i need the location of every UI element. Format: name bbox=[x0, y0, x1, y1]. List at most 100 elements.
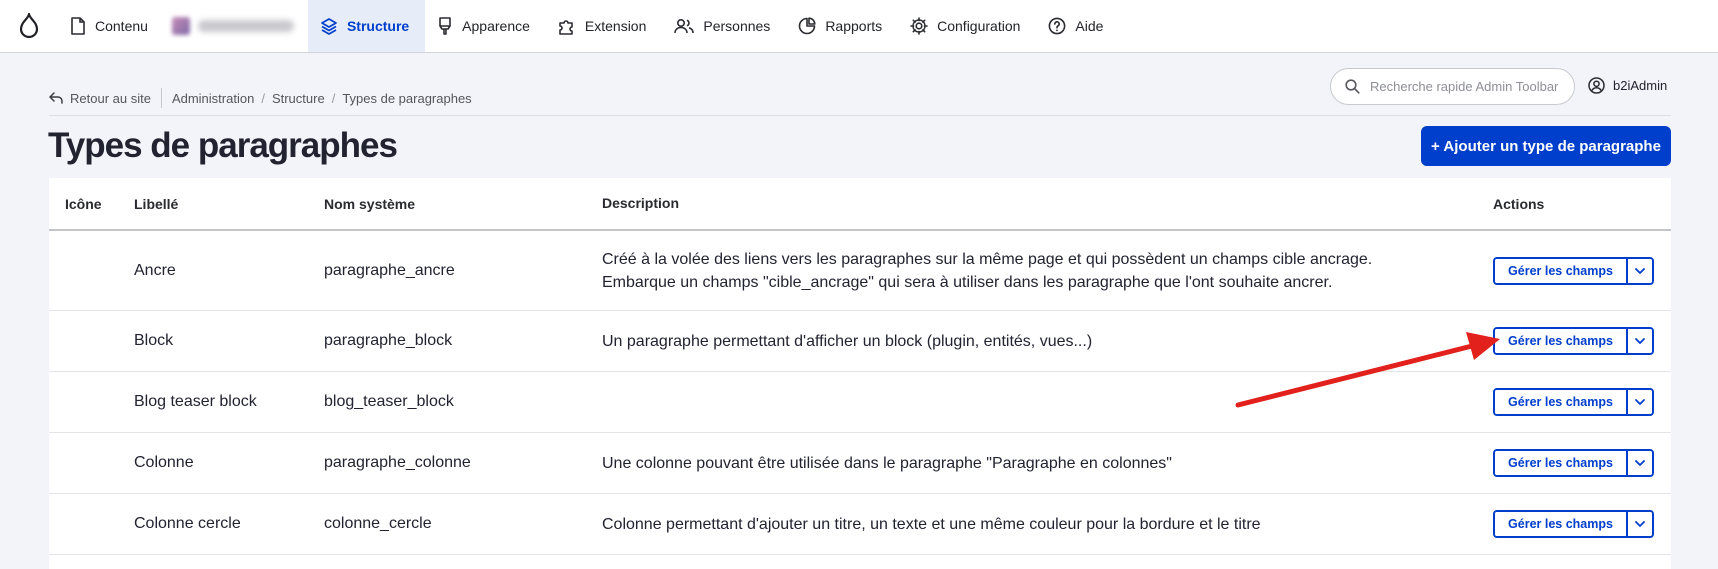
manage-fields-button[interactable]: Gérer les champs bbox=[1495, 258, 1628, 283]
gear-icon bbox=[910, 17, 928, 35]
breadcrumb: Retour au site Administration / Structur… bbox=[49, 88, 472, 108]
row-description: Créé à la volée des liens vers les parag… bbox=[602, 248, 1492, 294]
breadcrumb-structure[interactable]: Structure bbox=[272, 91, 325, 106]
row-system-name: paragraphe_block bbox=[324, 332, 453, 349]
more-actions-toggle[interactable] bbox=[1628, 329, 1652, 353]
blurred-icon bbox=[171, 17, 190, 35]
drupal-logo-icon[interactable] bbox=[0, 0, 58, 52]
table-row: Block paragraphe_block Un paragraphe perme… bbox=[49, 311, 1671, 372]
row-label: Ancre bbox=[134, 261, 176, 279]
row-description: Une colonne pouvant être utilisée dans l… bbox=[602, 452, 1492, 475]
toolbar-item-contenu[interactable]: Contenu bbox=[58, 0, 164, 52]
people-icon bbox=[674, 18, 695, 34]
toolbar-item-label: Aide bbox=[1075, 18, 1104, 34]
search-input[interactable] bbox=[1370, 79, 1570, 94]
manage-fields-button[interactable]: Gérer les champs bbox=[1495, 512, 1628, 536]
more-actions-toggle[interactable] bbox=[1628, 258, 1652, 283]
add-paragraph-type-button[interactable]: + Ajouter un type de paragraphe bbox=[1421, 126, 1671, 166]
manage-fields-dropbutton: Gérer les champs bbox=[1493, 327, 1654, 355]
toolbar-item-label: Configuration bbox=[937, 18, 1021, 34]
row-actions: Gérer les champs bbox=[1492, 388, 1671, 416]
manage-fields-button[interactable]: Gérer les champs bbox=[1495, 329, 1628, 353]
row-description-line: Un paragraphe permettant d'afficher un b… bbox=[602, 332, 1093, 350]
chevron-down-icon bbox=[1635, 338, 1645, 344]
blurred-label bbox=[197, 20, 294, 32]
toolbar-item-apparence[interactable]: Apparence bbox=[425, 0, 546, 52]
col-header-icon: Icône bbox=[65, 195, 102, 212]
more-actions-toggle[interactable] bbox=[1628, 512, 1652, 536]
page-title: Types de paragraphes bbox=[48, 126, 398, 165]
manage-fields-button[interactable]: Gérer les champs bbox=[1495, 390, 1628, 414]
row-actions: Gérer les champs bbox=[1492, 327, 1671, 355]
row-actions: Gérer les champs bbox=[1492, 510, 1671, 538]
chevron-down-icon bbox=[1635, 460, 1645, 466]
toolbar-item-personnes[interactable]: Personnes bbox=[662, 0, 786, 52]
row-label: Block bbox=[134, 332, 174, 349]
manage-fields-dropbutton: Gérer les champs bbox=[1493, 388, 1654, 416]
row-label: Colonne cercle bbox=[134, 515, 241, 532]
manage-fields-button[interactable]: Gérer les champs bbox=[1495, 451, 1628, 475]
toolbar-item-label: Apparence bbox=[462, 18, 530, 34]
toolbar-item-extension[interactable]: Extension bbox=[546, 0, 662, 52]
chevron-down-icon bbox=[1635, 521, 1645, 527]
table-row: Colonne paragraphe_colonne Une colonne pou… bbox=[49, 433, 1671, 494]
more-actions-toggle[interactable] bbox=[1628, 451, 1652, 475]
toolbar-item-configuration[interactable]: Configuration bbox=[898, 0, 1036, 52]
manage-fields-dropbutton: Gérer les champs bbox=[1493, 449, 1654, 477]
user-menu[interactable]: b2iAdmin bbox=[1588, 77, 1667, 94]
table-row: Ancre paragraphe_ancre Créé à la volée des… bbox=[49, 231, 1671, 311]
row-actions: Gérer les champs bbox=[1492, 449, 1671, 477]
toolbar-item-rapports[interactable]: Rapports bbox=[786, 0, 898, 52]
puzzle-icon bbox=[559, 20, 573, 35]
manage-fields-dropbutton: Gérer les champs bbox=[1493, 510, 1654, 538]
row-label: Colonne bbox=[134, 454, 194, 471]
breadcrumb-separator: / bbox=[261, 90, 265, 106]
col-header-label: Libellé bbox=[134, 195, 179, 212]
row-description-line: Colonne permettant d'ajouter un titre, u… bbox=[602, 515, 1261, 533]
toolbar-item-label: Contenu bbox=[95, 18, 148, 34]
col-header-actions: Actions bbox=[1493, 195, 1545, 212]
header-divider bbox=[49, 115, 1671, 116]
toolbar-item-aide[interactable]: Aide bbox=[1036, 0, 1119, 52]
table-row: Blog teaser block blog_teaser_block Gérer … bbox=[49, 372, 1671, 433]
toolbar-item-structure[interactable]: Structure bbox=[307, 0, 426, 52]
toolbar-item-label: Personnes bbox=[703, 18, 771, 34]
col-header-description: Description bbox=[602, 195, 680, 211]
page-icon bbox=[71, 17, 85, 35]
toolbar-item-label: Rapports bbox=[825, 18, 883, 34]
search-icon bbox=[1345, 79, 1360, 94]
row-label: Blog teaser block bbox=[134, 393, 257, 410]
layers-icon bbox=[321, 18, 337, 35]
blurred-toolbar-item[interactable] bbox=[164, 0, 308, 52]
col-header-system-name: Nom système bbox=[324, 195, 416, 212]
paragraph-types-table: Icône Libellé Nom système Description Ac… bbox=[49, 178, 1671, 569]
row-description: Un paragraphe permettant d'afficher un b… bbox=[602, 330, 1492, 353]
row-system-name: blog_teaser_block bbox=[324, 393, 454, 410]
return-arrow-icon bbox=[49, 92, 63, 104]
manage-fields-dropbutton: Gérer les champs bbox=[1493, 256, 1654, 285]
brush-icon bbox=[439, 17, 451, 35]
back-to-site-link[interactable]: Retour au site bbox=[49, 91, 151, 106]
admin-toolbar: Contenu Structure Apparence Extension Pe… bbox=[0, 0, 1718, 53]
row-description-line: Embarque un champs "cible_ancrage" qui s… bbox=[602, 273, 1333, 291]
more-actions-toggle[interactable] bbox=[1628, 390, 1652, 414]
chevron-down-icon bbox=[1635, 399, 1645, 405]
user-name: b2iAdmin bbox=[1613, 78, 1668, 93]
row-system-name: paragraphe_colonne bbox=[324, 454, 471, 471]
row-actions: Gérer les champs bbox=[1492, 256, 1671, 285]
user-avatar-icon bbox=[1588, 77, 1605, 94]
toolbar-item-label: Extension bbox=[584, 18, 647, 34]
breadcrumb-administration[interactable]: Administration bbox=[172, 91, 254, 106]
table-row: Colonne cercle colonne_cercle Colonne perm… bbox=[49, 494, 1671, 555]
row-system-name: colonne_cercle bbox=[324, 515, 432, 532]
chart-icon bbox=[799, 17, 816, 35]
row-system-name: paragraphe_ancre bbox=[324, 261, 455, 279]
row-description: Colonne permettant d'ajouter un titre, u… bbox=[602, 513, 1492, 536]
row-description-line: Une colonne pouvant être utilisée dans l… bbox=[602, 454, 1172, 472]
row-description-line: Créé à la volée des liens vers les parag… bbox=[602, 250, 1373, 268]
help-icon bbox=[1049, 17, 1066, 35]
admin-search-box[interactable] bbox=[1330, 68, 1575, 105]
table-header: Icône Libellé Nom système Description Ac… bbox=[49, 178, 1671, 231]
breadcrumb-separator: / bbox=[331, 90, 336, 106]
back-to-site-label: Retour au site bbox=[70, 90, 151, 106]
